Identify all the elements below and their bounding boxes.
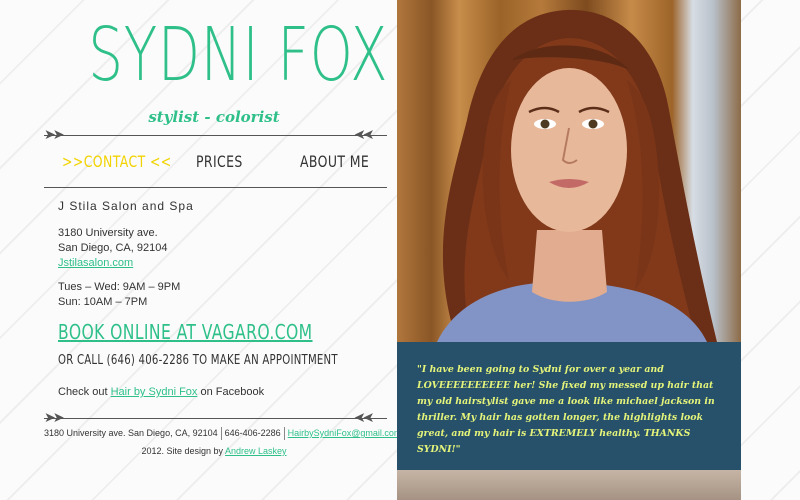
portrait-photo bbox=[397, 0, 741, 342]
address-line-2: San Diego, CA, 92104 bbox=[58, 242, 168, 254]
portrait-illustration bbox=[437, 9, 717, 342]
bottom-divider bbox=[44, 418, 387, 419]
top-divider bbox=[44, 135, 387, 136]
facebook-prefix: Check out bbox=[58, 386, 108, 398]
footer-separator bbox=[220, 427, 222, 440]
facebook-link[interactable]: Hair by Sydni Fox bbox=[111, 386, 198, 398]
footer-email-link[interactable]: HairbySydniFox@gmail.com bbox=[288, 428, 402, 438]
hours-line-2: Sun: 10AM – 7PM bbox=[58, 296, 148, 308]
hours-line-1: Tues – Wed: 9AM – 9PM bbox=[58, 281, 181, 293]
next-photo-edge bbox=[397, 470, 741, 500]
call-to-book-text: OR CALL (646) 406-2286 TO MAKE AN APPOIN… bbox=[58, 353, 338, 368]
salon-name: J Stila Salon and Spa bbox=[58, 199, 194, 213]
business-hours: Tues – Wed: 9AM – 9PM Sun: 10AM – 7PM bbox=[58, 280, 180, 310]
designer-link[interactable]: Andrew Laskey bbox=[225, 446, 287, 456]
nav-contact[interactable]: >>CONTACT << bbox=[62, 152, 172, 171]
footer-address: 3180 University ave. San Diego, CA, 9210… bbox=[44, 427, 218, 438]
nav-divider bbox=[44, 187, 387, 188]
book-online-link[interactable]: BOOK ONLINE AT VAGARO.COM bbox=[58, 320, 313, 344]
footer-separator bbox=[283, 427, 285, 440]
footer-left-arrow-icon: ➤➤ bbox=[44, 410, 65, 426]
footer-contact: 3180 University ave. San Diego, CA, 9210… bbox=[44, 427, 401, 440]
left-arrow-icon: ➤➤ bbox=[44, 127, 65, 143]
footer-credit: 2012. Site design by Andrew Laskey bbox=[44, 446, 384, 456]
testimonial-quote: "I have been going to Sydni for over a y… bbox=[417, 364, 715, 455]
site-title: SYDNI FOX bbox=[88, 12, 389, 98]
salon-address: 3180 University ave. San Diego, CA, 9210… bbox=[58, 226, 167, 271]
left-column: SYDNI FOX stylist - colorist ➤➤ ➤➤ >>CON… bbox=[0, 0, 401, 500]
facebook-line: Check out Hair by Sydni Fox on Facebook bbox=[58, 386, 264, 398]
credit-prefix: 2012. Site design by bbox=[141, 446, 223, 456]
footer-phone: 646-406-2286 bbox=[224, 427, 281, 438]
nav-about-me[interactable]: ABOUT ME bbox=[300, 152, 369, 171]
address-line-1: 3180 University ave. bbox=[58, 227, 158, 239]
right-column: "I have been going to Sydni for over a y… bbox=[397, 0, 741, 500]
footer-right-arrow-icon: ➤➤ bbox=[357, 410, 375, 426]
facebook-suffix: on Facebook bbox=[200, 386, 265, 398]
tagline: stylist - colorist bbox=[148, 108, 280, 126]
nav-prices[interactable]: PRICES bbox=[196, 152, 243, 171]
testimonial-box: "I have been going to Sydni for over a y… bbox=[397, 342, 741, 470]
right-arrow-icon: ➤➤ bbox=[357, 127, 375, 143]
salon-website-link[interactable]: Jstilasalon.com bbox=[58, 257, 133, 269]
